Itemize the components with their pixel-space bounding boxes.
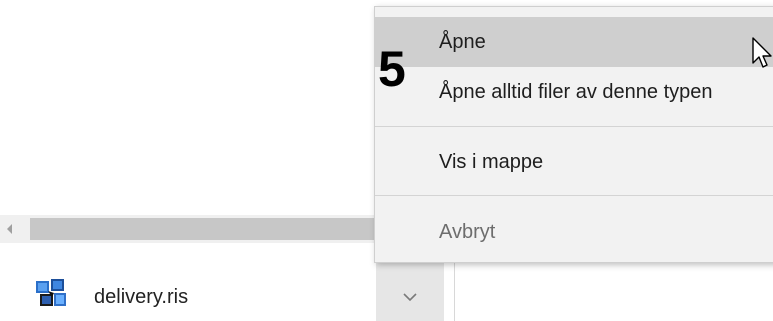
- download-context-menu: Åpne Åpne alltid filer av denne typen Vi…: [374, 6, 773, 263]
- shelf-divider: [454, 262, 455, 321]
- download-menu-button[interactable]: [376, 262, 444, 321]
- menu-separator: [375, 195, 773, 196]
- scroll-left-arrow-icon[interactable]: [0, 215, 22, 243]
- menu-item-open[interactable]: Åpne: [375, 17, 773, 67]
- menu-item-show-in-folder[interactable]: Vis i mappe: [375, 137, 773, 187]
- download-file-name[interactable]: delivery.ris: [94, 286, 188, 309]
- menu-item-label: Vis i mappe: [439, 151, 544, 173]
- step-number-badge: 5: [378, 41, 406, 97]
- horizontal-scrollbar[interactable]: [0, 215, 376, 243]
- menu-item-label: Åpne alltid filer av denne typen: [439, 81, 713, 103]
- menu-separator: [375, 126, 773, 127]
- menu-item-always-open[interactable]: Åpne alltid filer av denne typen: [375, 67, 773, 119]
- ris-file-icon: [34, 277, 68, 309]
- menu-item-cancel[interactable]: Avbryt: [375, 209, 773, 255]
- chevron-down-icon: [403, 293, 417, 302]
- page: delivery.ris Åpne Åpne alltid filer av d…: [0, 0, 773, 321]
- menu-item-label: Avbryt: [439, 221, 496, 243]
- mouse-pointer-icon: [752, 37, 773, 71]
- scrollbar-thumb[interactable]: [30, 218, 376, 240]
- download-item[interactable]: delivery.ris: [0, 262, 773, 321]
- menu-item-label: Åpne: [439, 31, 486, 53]
